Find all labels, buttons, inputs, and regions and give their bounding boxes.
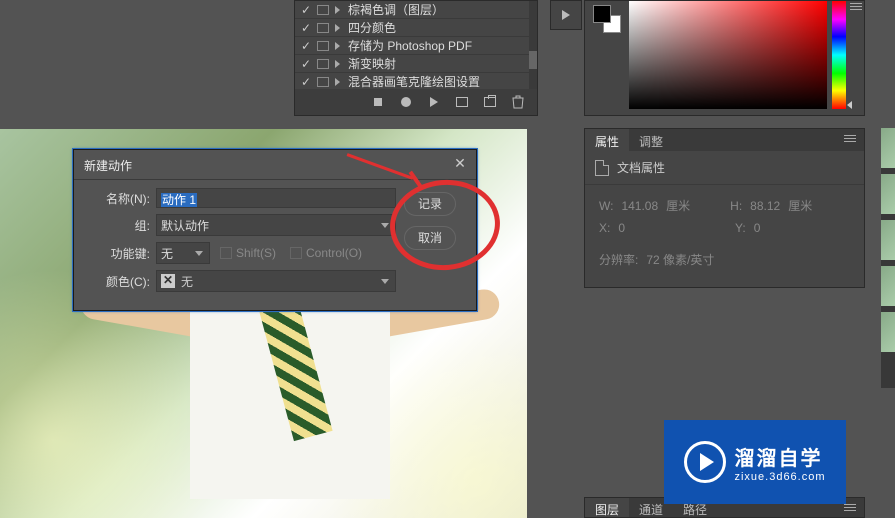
dialog-toggle-icon[interactable] [317, 41, 329, 51]
actions-scrollbar[interactable] [529, 1, 537, 91]
thumbnail[interactable] [881, 220, 895, 260]
control-label: Control(O) [306, 246, 362, 260]
actions-panel: ✓ 棕褐色调（图层） ✓ 四分颜色 ✓ 存储为 Photoshop PDF ✓ … [294, 0, 538, 116]
set-label: 组: [86, 217, 156, 234]
width-value: 141.08 [621, 195, 658, 217]
properties-tabs: 属性 调整 [585, 129, 864, 151]
width-unit: 厘米 [666, 195, 690, 217]
expand-icon[interactable] [335, 60, 340, 68]
fkey-label: 功能键: [86, 245, 156, 262]
action-label: 棕褐色调（图层） [348, 1, 444, 18]
shift-checkbox[interactable] [220, 247, 232, 259]
action-label: 混合器画笔克隆绘图设置 [348, 73, 480, 90]
color-label: 颜色(C): [86, 273, 156, 290]
check-icon[interactable]: ✓ [299, 3, 313, 17]
resolution-value: 72 像素/英寸 [646, 249, 714, 271]
tab-layers[interactable]: 图层 [585, 498, 629, 517]
dialog-toggle-icon[interactable] [317, 5, 329, 15]
check-icon[interactable]: ✓ [299, 57, 313, 71]
fkey-select[interactable]: 无 [156, 242, 210, 264]
actions-list: ✓ 棕褐色调（图层） ✓ 四分颜色 ✓ 存储为 Photoshop PDF ✓ … [295, 1, 537, 91]
panel-menu-icon[interactable] [844, 504, 856, 516]
properties-body: W: 141.08 厘米 H: 88.12 厘米 X: 0 Y: 0 分辨率: 72 像素/英… [585, 185, 864, 281]
actions-footer [295, 89, 537, 115]
expand-icon[interactable] [335, 6, 340, 14]
thumbnail[interactable] [881, 312, 895, 352]
tab-adjustments[interactable]: 调整 [629, 129, 673, 151]
history-play-button[interactable] [550, 0, 582, 30]
cancel-button[interactable]: 取消 [404, 226, 456, 250]
stop-icon[interactable] [371, 95, 385, 109]
expand-icon[interactable] [335, 42, 340, 50]
height-label: H: [730, 195, 742, 217]
close-icon[interactable]: ✕ [452, 156, 468, 172]
x-label: X: [599, 217, 610, 239]
color-select[interactable]: ✕ 无 [156, 270, 396, 292]
record-button[interactable]: 记录 [404, 192, 456, 216]
y-label: Y: [735, 217, 746, 239]
check-icon[interactable]: ✓ [299, 39, 313, 53]
play-icon[interactable] [427, 95, 441, 109]
action-row[interactable]: ✓ 渐变映射 [295, 55, 537, 73]
y-value: 0 [754, 217, 761, 239]
document-props-label: 文档属性 [617, 159, 665, 176]
panel-menu-icon[interactable] [844, 135, 856, 147]
expand-icon[interactable] [335, 78, 340, 86]
name-input[interactable]: 动作 1 [156, 188, 396, 208]
watermark: 溜溜自学 zixue.3d66.com [664, 420, 846, 504]
thumbnail[interactable] [881, 174, 895, 214]
new-set-icon[interactable] [455, 95, 469, 109]
new-action-dialog: 新建动作 ✕ 名称(N): 动作 1 组: 默认动作 功能键: 无 Shift(… [73, 149, 477, 311]
check-icon[interactable]: ✓ [299, 75, 313, 89]
resolution-label: 分辨率: [599, 249, 638, 271]
color-panel [584, 0, 865, 116]
dialog-title: 新建动作 [84, 159, 132, 173]
document-header: 文档属性 [585, 151, 864, 185]
dialog-toggle-icon[interactable] [317, 77, 329, 87]
expand-icon[interactable] [335, 24, 340, 32]
x-value: 0 [618, 217, 625, 239]
tab-properties[interactable]: 属性 [585, 129, 629, 151]
hue-indicator-icon [847, 101, 852, 109]
height-value: 88.12 [750, 195, 780, 217]
none-color-icon: ✕ [161, 274, 175, 288]
properties-panel: 属性 调整 文档属性 W: 141.08 厘米 H: 88.12 厘米 X: 0 Y: 0 … [584, 128, 865, 288]
panel-menu-icon[interactable] [850, 3, 862, 15]
thumbnail[interactable] [881, 128, 895, 168]
watermark-title: 溜溜自学 [734, 442, 825, 471]
action-label: 渐变映射 [348, 55, 396, 72]
watermark-play-icon [684, 441, 726, 483]
watermark-url: zixue.3d66.com [734, 471, 825, 483]
dialog-title-bar[interactable]: 新建动作 ✕ [74, 150, 476, 180]
scrollbar-thumb[interactable] [529, 51, 537, 69]
action-label: 存储为 Photoshop PDF [348, 37, 472, 54]
thumbnail[interactable] [881, 266, 895, 306]
record-icon[interactable] [399, 95, 413, 109]
action-row[interactable]: ✓ 存储为 Photoshop PDF [295, 37, 537, 55]
action-label: 四分颜色 [348, 19, 396, 36]
trash-icon[interactable] [511, 95, 525, 109]
foreground-swatch[interactable] [593, 5, 611, 23]
hue-slider[interactable] [832, 1, 846, 109]
name-label: 名称(N): [86, 190, 156, 207]
color-picker-field[interactable] [629, 1, 827, 109]
height-unit: 厘米 [788, 195, 812, 217]
set-select[interactable]: 默认动作 [156, 214, 396, 236]
dialog-toggle-icon[interactable] [317, 59, 329, 69]
document-icon [595, 160, 609, 176]
thumbnail-strip [881, 128, 895, 388]
play-icon [562, 10, 570, 20]
action-row[interactable]: ✓ 四分颜色 [295, 19, 537, 37]
shift-label: Shift(S) [236, 246, 276, 260]
new-action-icon[interactable] [483, 95, 497, 109]
dialog-toggle-icon[interactable] [317, 23, 329, 33]
action-row[interactable]: ✓ 棕褐色调（图层） [295, 1, 537, 19]
check-icon[interactable]: ✓ [299, 21, 313, 35]
width-label: W: [599, 195, 613, 217]
control-checkbox[interactable] [290, 247, 302, 259]
